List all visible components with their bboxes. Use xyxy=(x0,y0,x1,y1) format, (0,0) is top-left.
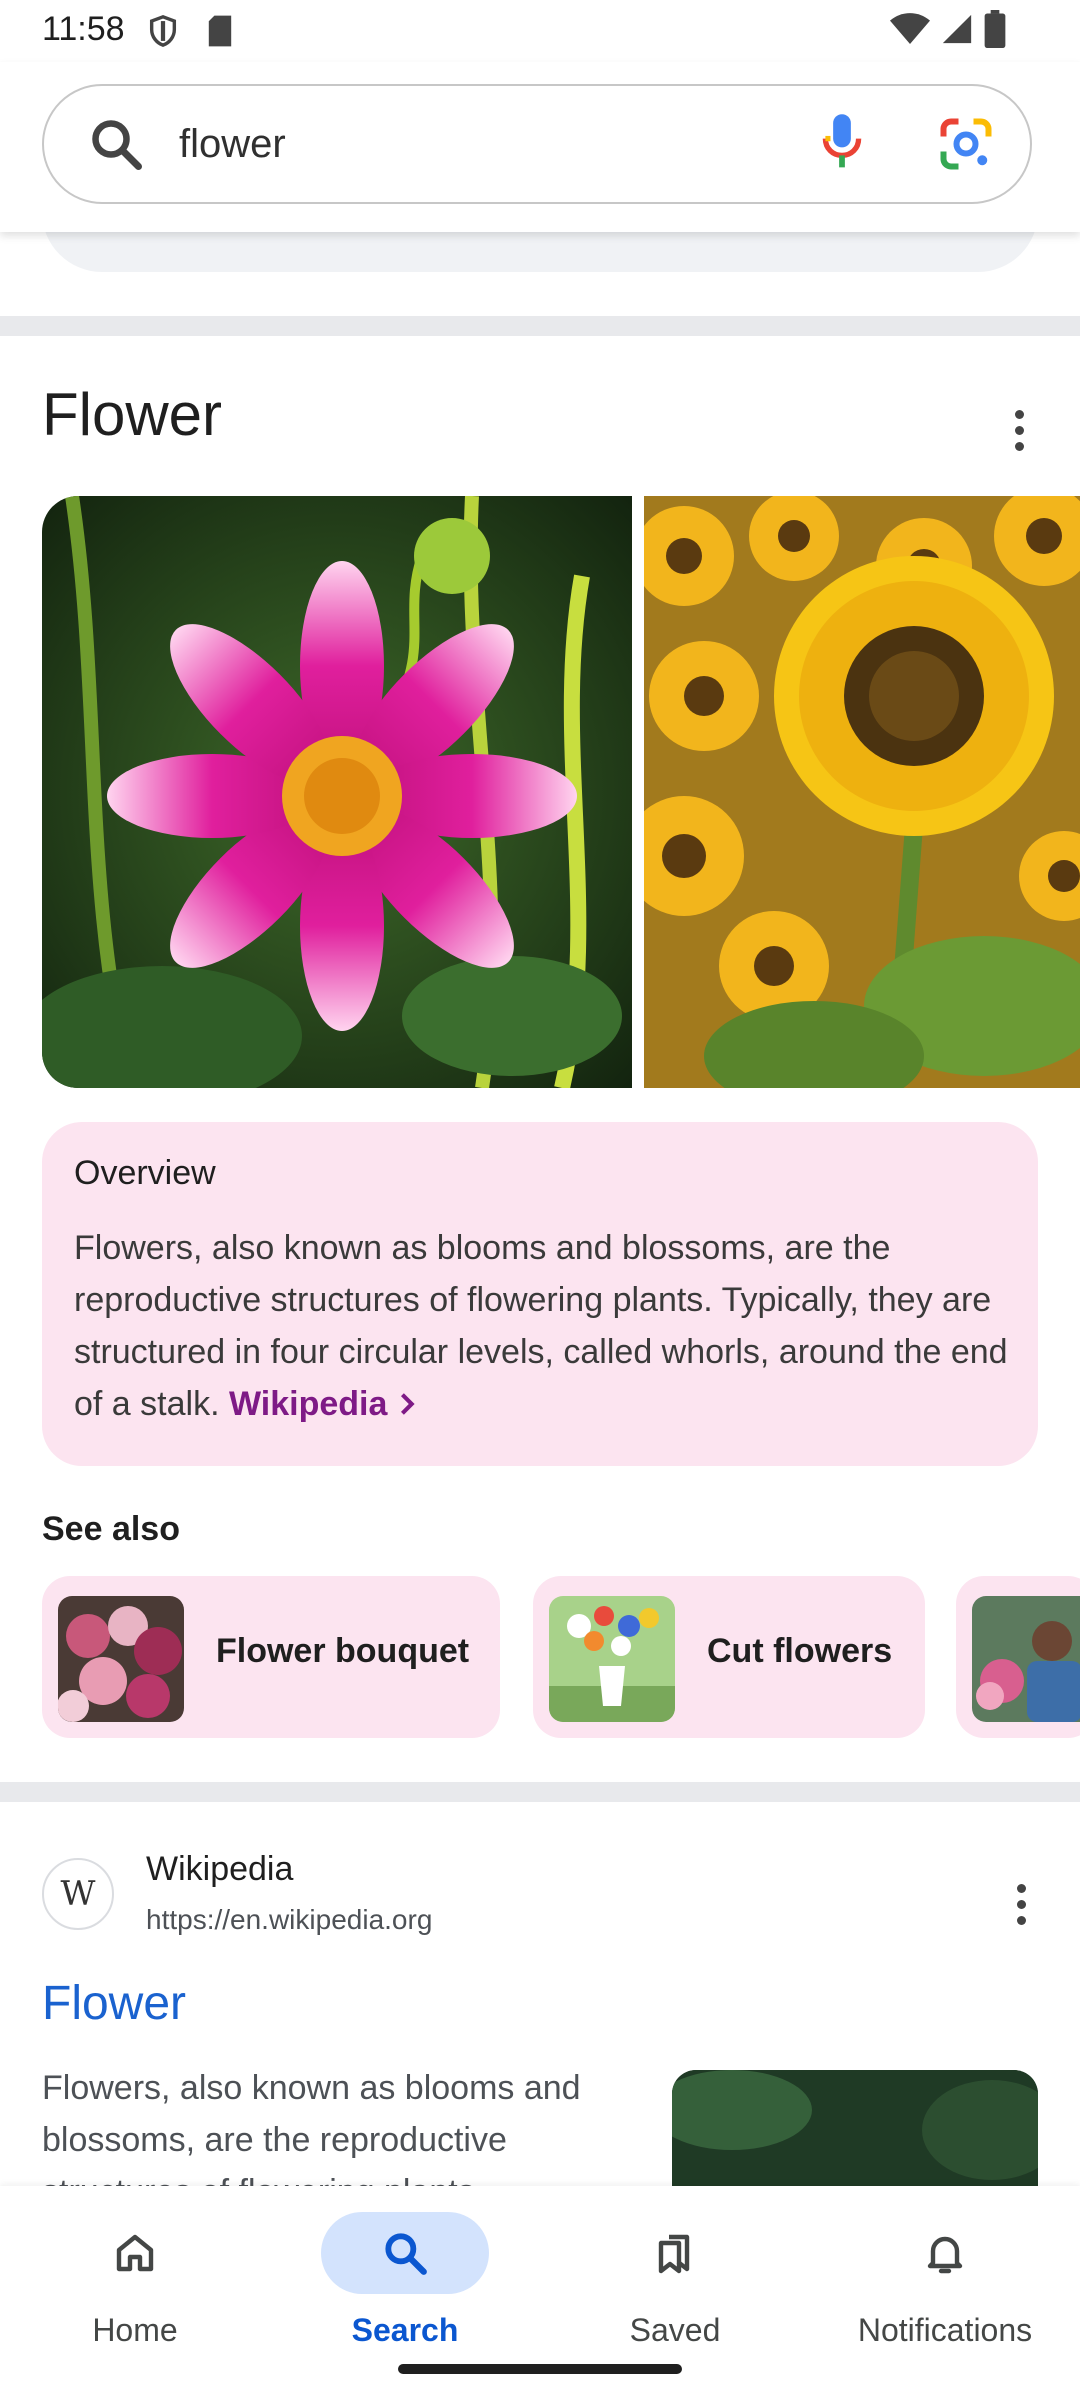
result-title-link[interactable]: Flower xyxy=(42,1976,186,2031)
see-also-chip-flower-bouquet[interactable]: Flower bouquet xyxy=(42,1576,500,1738)
flower-bouquet-thumbnail xyxy=(58,1596,184,1722)
more-options-icon[interactable] xyxy=(1012,410,1026,451)
wikipedia-source-link[interactable]: Wikipedia xyxy=(229,1385,419,1423)
gesture-handle[interactable] xyxy=(398,2364,682,2374)
nav-notifications[interactable]: Notifications xyxy=(810,2186,1080,2400)
see-also-label: Cut flowers xyxy=(707,1632,893,1670)
home-icon-wrapper xyxy=(51,2212,219,2294)
overview-description: Flowers, also known as blooms and blosso… xyxy=(74,1229,1008,1423)
shield-icon xyxy=(149,15,177,47)
bell-icon xyxy=(927,2236,963,2274)
nav-label: Search xyxy=(351,2312,459,2348)
search-header: flower xyxy=(0,62,1080,232)
saved-icon-wrapper xyxy=(591,2212,759,2294)
nav-label: Saved xyxy=(629,2312,721,2348)
search-box[interactable]: flower xyxy=(42,84,1032,204)
section-divider xyxy=(0,316,1080,336)
nav-home[interactable]: Home xyxy=(0,2186,270,2400)
overview-text: Flowers, also known as blooms and blosso… xyxy=(74,1222,1014,1430)
knowledge-panel-title: Flower xyxy=(42,381,223,448)
saved-icon xyxy=(658,2234,690,2274)
search-icon xyxy=(92,120,142,170)
nav-label: Home xyxy=(92,2312,178,2348)
see-also-chip-florist[interactable] xyxy=(956,1576,1080,1738)
home-icon xyxy=(116,2234,154,2272)
search-query-text[interactable]: flower xyxy=(179,122,286,167)
see-also-label: Flower bouquet xyxy=(216,1632,470,1670)
wikipedia-favicon: W xyxy=(42,1858,114,1930)
battery-icon xyxy=(984,10,1006,48)
microphone-icon[interactable] xyxy=(816,112,868,174)
result-site-name[interactable]: Wikipedia xyxy=(146,1850,293,1889)
overview-card: Overview Flowers, also known as blooms a… xyxy=(42,1122,1038,1466)
signal-icon xyxy=(942,14,972,44)
overview-heading: Overview xyxy=(74,1154,216,1192)
florist-thumbnail xyxy=(972,1596,1080,1722)
wikipedia-link-label: Wikipedia xyxy=(228,1385,388,1423)
nav-label: Notifications xyxy=(857,2312,1033,2348)
chevron-right-icon xyxy=(400,1393,415,1415)
wifi-icon xyxy=(890,13,930,44)
flower-image-sunflower[interactable] xyxy=(644,496,1080,1088)
sd-card-icon xyxy=(208,15,232,47)
status-bar: 11:58 xyxy=(0,0,1080,62)
see-also-chip-cut-flowers[interactable]: Cut flowers xyxy=(533,1576,925,1738)
more-options-icon[interactable] xyxy=(1014,1884,1028,1925)
search-icon-wrapper xyxy=(321,2212,489,2294)
search-icon xyxy=(385,2233,427,2275)
cut-flowers-thumbnail xyxy=(549,1596,675,1722)
see-also-heading: See also xyxy=(42,1510,180,1548)
result-url[interactable]: https://en.wikipedia.org xyxy=(146,1904,432,1936)
status-time: 11:58 xyxy=(42,10,125,48)
section-divider xyxy=(0,1782,1080,1802)
flower-image-dahlia[interactable] xyxy=(42,496,632,1088)
google-lens-icon[interactable] xyxy=(936,114,996,174)
bell-icon-wrapper xyxy=(861,2212,1029,2294)
